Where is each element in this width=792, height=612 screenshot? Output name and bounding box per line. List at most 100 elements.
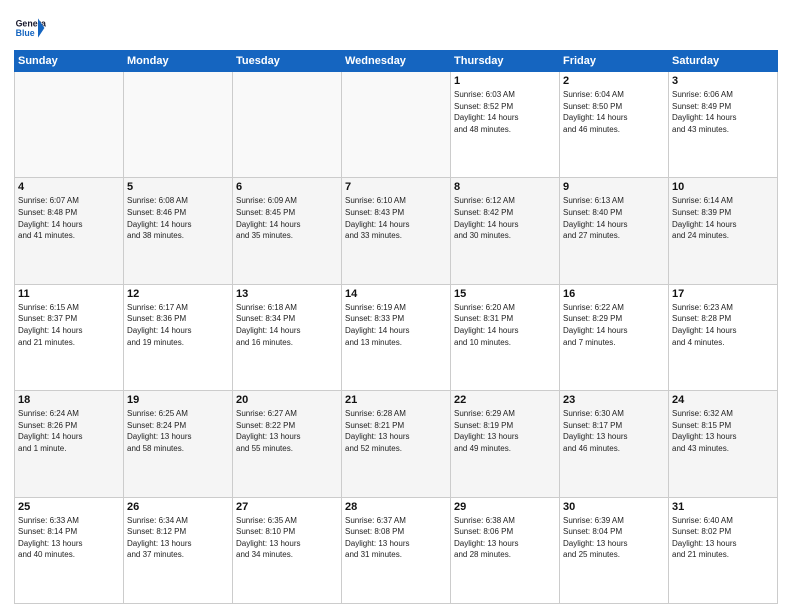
day-info: Sunrise: 6:24 AM Sunset: 8:26 PM Dayligh…: [18, 408, 120, 454]
calendar-cell: 3 Sunrise: 6:06 AM Sunset: 8:49 PM Daylig…: [669, 72, 778, 178]
day-number: 6: [236, 181, 338, 193]
calendar-cell: 14 Sunrise: 6:19 AM Sunset: 8:33 PM Dayli…: [342, 284, 451, 390]
day-number: 21: [345, 394, 447, 406]
day-info: Sunrise: 6:32 AM Sunset: 8:15 PM Dayligh…: [672, 408, 774, 454]
day-number: 4: [18, 181, 120, 193]
calendar-cell: 18 Sunrise: 6:24 AM Sunset: 8:26 PM Dayli…: [15, 391, 124, 497]
day-number: 10: [672, 181, 774, 193]
day-info: Sunrise: 6:38 AM Sunset: 8:06 PM Dayligh…: [454, 515, 556, 561]
calendar-cell: [233, 72, 342, 178]
day-of-week-header: Friday: [560, 51, 669, 72]
calendar-cell: 11 Sunrise: 6:15 AM Sunset: 8:37 PM Dayli…: [15, 284, 124, 390]
day-info: Sunrise: 6:35 AM Sunset: 8:10 PM Dayligh…: [236, 515, 338, 561]
page: General Blue SundayMondayTuesdayWednesda…: [0, 0, 792, 612]
day-number: 3: [672, 75, 774, 87]
day-info: Sunrise: 6:06 AM Sunset: 8:49 PM Dayligh…: [672, 89, 774, 135]
day-number: 16: [563, 288, 665, 300]
day-of-week-header: Thursday: [451, 51, 560, 72]
day-info: Sunrise: 6:13 AM Sunset: 8:40 PM Dayligh…: [563, 195, 665, 241]
day-number: 11: [18, 288, 120, 300]
calendar-cell: 10 Sunrise: 6:14 AM Sunset: 8:39 PM Dayli…: [669, 178, 778, 284]
svg-text:Blue: Blue: [16, 28, 35, 38]
day-number: 13: [236, 288, 338, 300]
day-info: Sunrise: 6:07 AM Sunset: 8:48 PM Dayligh…: [18, 195, 120, 241]
logo-icon: General Blue: [14, 12, 46, 44]
day-info: Sunrise: 6:27 AM Sunset: 8:22 PM Dayligh…: [236, 408, 338, 454]
day-number: 17: [672, 288, 774, 300]
day-info: Sunrise: 6:03 AM Sunset: 8:52 PM Dayligh…: [454, 89, 556, 135]
day-info: Sunrise: 6:10 AM Sunset: 8:43 PM Dayligh…: [345, 195, 447, 241]
day-number: 5: [127, 181, 229, 193]
day-info: Sunrise: 6:08 AM Sunset: 8:46 PM Dayligh…: [127, 195, 229, 241]
day-of-week-header: Monday: [124, 51, 233, 72]
day-info: Sunrise: 6:34 AM Sunset: 8:12 PM Dayligh…: [127, 515, 229, 561]
calendar-cell: 26 Sunrise: 6:34 AM Sunset: 8:12 PM Dayli…: [124, 497, 233, 603]
day-number: 23: [563, 394, 665, 406]
calendar-cell: 17 Sunrise: 6:23 AM Sunset: 8:28 PM Dayli…: [669, 284, 778, 390]
calendar-cell: 30 Sunrise: 6:39 AM Sunset: 8:04 PM Dayli…: [560, 497, 669, 603]
calendar-cell: 12Sunrise: 6:17 AM Sunset: 8:36 PM Dayli…: [124, 284, 233, 390]
calendar-cell: 13 Sunrise: 6:18 AM Sunset: 8:34 PM Dayli…: [233, 284, 342, 390]
calendar-cell: 20 Sunrise: 6:27 AM Sunset: 8:22 PM Dayli…: [233, 391, 342, 497]
day-info: Sunrise: 6:30 AM Sunset: 8:17 PM Dayligh…: [563, 408, 665, 454]
day-info: Sunrise: 6:20 AM Sunset: 8:31 PM Dayligh…: [454, 302, 556, 348]
day-info: Sunrise: 6:33 AM Sunset: 8:14 PM Dayligh…: [18, 515, 120, 561]
day-info: Sunrise: 6:37 AM Sunset: 8:08 PM Dayligh…: [345, 515, 447, 561]
calendar-cell: 4 Sunrise: 6:07 AM Sunset: 8:48 PM Daylig…: [15, 178, 124, 284]
calendar-cell: 7Sunrise: 6:10 AM Sunset: 8:43 PM Daylig…: [342, 178, 451, 284]
day-number: 29: [454, 501, 556, 513]
calendar-cell: [342, 72, 451, 178]
day-info: Sunrise: 6:18 AM Sunset: 8:34 PM Dayligh…: [236, 302, 338, 348]
day-info: Sunrise: 6:28 AM Sunset: 8:21 PM Dayligh…: [345, 408, 447, 454]
calendar-cell: 22Sunrise: 6:29 AM Sunset: 8:19 PM Dayli…: [451, 391, 560, 497]
day-number: 24: [672, 394, 774, 406]
calendar-cell: 6Sunrise: 6:09 AM Sunset: 8:45 PM Daylig…: [233, 178, 342, 284]
day-number: 19: [127, 394, 229, 406]
calendar-cell: [124, 72, 233, 178]
calendar-cell: 27 Sunrise: 6:35 AM Sunset: 8:10 PM Dayli…: [233, 497, 342, 603]
day-info: Sunrise: 6:14 AM Sunset: 8:39 PM Dayligh…: [672, 195, 774, 241]
calendar-cell: 16 Sunrise: 6:22 AM Sunset: 8:29 PM Dayli…: [560, 284, 669, 390]
day-number: 26: [127, 501, 229, 513]
day-info: Sunrise: 6:40 AM Sunset: 8:02 PM Dayligh…: [672, 515, 774, 561]
day-info: Sunrise: 6:15 AM Sunset: 8:37 PM Dayligh…: [18, 302, 120, 348]
logo: General Blue: [14, 12, 50, 44]
calendar-table: SundayMondayTuesdayWednesdayThursdayFrid…: [14, 50, 778, 604]
day-info: Sunrise: 6:29 AM Sunset: 8:19 PM Dayligh…: [454, 408, 556, 454]
day-info: Sunrise: 6:22 AM Sunset: 8:29 PM Dayligh…: [563, 302, 665, 348]
calendar-cell: 24 Sunrise: 6:32 AM Sunset: 8:15 PM Dayli…: [669, 391, 778, 497]
calendar-cell: 8Sunrise: 6:12 AM Sunset: 8:42 PM Daylig…: [451, 178, 560, 284]
day-number: 12: [127, 288, 229, 300]
day-number: 1: [454, 75, 556, 87]
calendar-cell: 23 Sunrise: 6:30 AM Sunset: 8:17 PM Dayli…: [560, 391, 669, 497]
day-info: Sunrise: 6:12 AM Sunset: 8:42 PM Dayligh…: [454, 195, 556, 241]
calendar-cell: 19 Sunrise: 6:25 AM Sunset: 8:24 PM Dayli…: [124, 391, 233, 497]
day-number: 18: [18, 394, 120, 406]
calendar-cell: 28 Sunrise: 6:37 AM Sunset: 8:08 PM Dayli…: [342, 497, 451, 603]
day-number: 2: [563, 75, 665, 87]
day-info: Sunrise: 6:23 AM Sunset: 8:28 PM Dayligh…: [672, 302, 774, 348]
day-number: 25: [18, 501, 120, 513]
header: General Blue: [14, 12, 778, 44]
day-number: 14: [345, 288, 447, 300]
calendar-cell: 29 Sunrise: 6:38 AM Sunset: 8:06 PM Dayli…: [451, 497, 560, 603]
day-number: 27: [236, 501, 338, 513]
calendar-cell: 21 Sunrise: 6:28 AM Sunset: 8:21 PM Dayli…: [342, 391, 451, 497]
day-number: 31: [672, 501, 774, 513]
day-number: 9: [563, 181, 665, 193]
calendar-cell: 25 Sunrise: 6:33 AM Sunset: 8:14 PM Dayli…: [15, 497, 124, 603]
day-number: 15: [454, 288, 556, 300]
day-info: Sunrise: 6:25 AM Sunset: 8:24 PM Dayligh…: [127, 408, 229, 454]
calendar-cell: [15, 72, 124, 178]
day-of-week-header: Saturday: [669, 51, 778, 72]
day-of-week-header: Wednesday: [342, 51, 451, 72]
day-info: Sunrise: 6:39 AM Sunset: 8:04 PM Dayligh…: [563, 515, 665, 561]
calendar-cell: 2 Sunrise: 6:04 AM Sunset: 8:50 PM Daylig…: [560, 72, 669, 178]
day-number: 30: [563, 501, 665, 513]
calendar-cell: 15 Sunrise: 6:20 AM Sunset: 8:31 PM Dayli…: [451, 284, 560, 390]
day-info: Sunrise: 6:04 AM Sunset: 8:50 PM Dayligh…: [563, 89, 665, 135]
day-number: 28: [345, 501, 447, 513]
day-info: Sunrise: 6:19 AM Sunset: 8:33 PM Dayligh…: [345, 302, 447, 348]
day-number: 20: [236, 394, 338, 406]
calendar-cell: 1 Sunrise: 6:03 AM Sunset: 8:52 PM Daylig…: [451, 72, 560, 178]
